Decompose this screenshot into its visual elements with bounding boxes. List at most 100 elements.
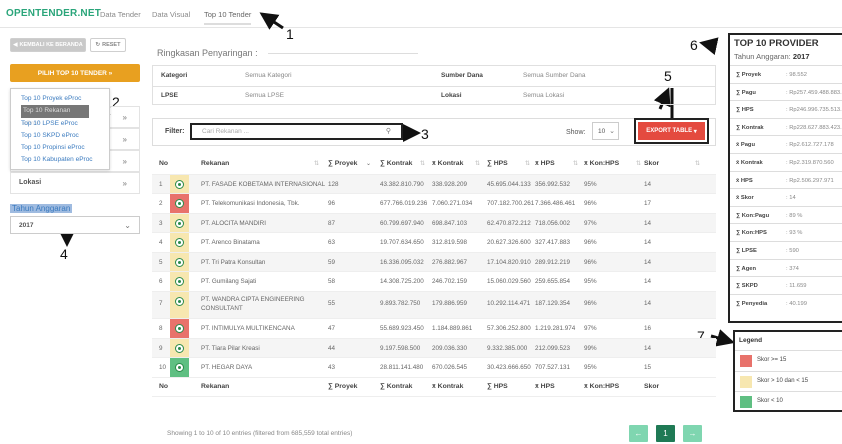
nav-data-tender[interactable]: Data Tender	[100, 10, 141, 19]
search-input[interactable]: Cari Rekanan ... ⚲	[190, 123, 403, 140]
table-footer-row: No Rekanan ∑ Proyek ∑ Kontrak x̄ Kontrak ∑ HP…	[152, 378, 716, 397]
expand-details-icon[interactable]	[175, 257, 184, 267]
col-proyek[interactable]: ∑ Proyek	[328, 160, 357, 167]
legend-swatch	[740, 396, 752, 408]
cell-name: PT. Gumilang Sajati	[201, 278, 257, 285]
summary-row-divider	[153, 86, 715, 87]
stat-value: : Rp2.506.297.971	[786, 177, 834, 184]
dropdown-item-proyek[interactable]: Top 10 Proyek eProc	[11, 93, 109, 105]
col-kontrak[interactable]: ∑ Kontrak	[380, 160, 412, 167]
col-rekanan[interactable]: Rekanan	[201, 160, 229, 167]
cell-hps: 10.292.114.471	[487, 299, 531, 307]
stat-key: x̄ HPS	[736, 177, 753, 184]
dropdown-item-propinsi[interactable]: Top 10 Propinsi eProc	[11, 142, 109, 154]
nav-data-visual[interactable]: Data Visual	[152, 10, 190, 19]
expand-details-icon[interactable]	[175, 343, 184, 353]
stat-key: ∑ Kon:HPS	[736, 230, 767, 237]
cell-konhps: 97%	[584, 325, 597, 332]
lpse-key: LPSE	[161, 92, 178, 99]
cell-name: PT. Arenco Binatama	[201, 239, 260, 246]
next-page-button[interactable]: →	[683, 425, 702, 442]
cell-avg-kontrak: 276.882.967	[432, 258, 468, 266]
sort-icon[interactable]: ⇅	[420, 160, 425, 167]
nav-top10-tender[interactable]: Top 10 Tender	[204, 10, 252, 25]
table-row[interactable]: 3 PT. ALOCITA MANDIRI 87 60.799.697.940 698.…	[152, 213, 716, 233]
reset-button[interactable]: ↻ RESET	[90, 38, 126, 52]
top-navbar: OPENTENDER.NET Data Tender Data Visual T…	[0, 0, 842, 28]
sort-icon[interactable]: ⇅	[636, 160, 641, 167]
stat-value: : 89 %	[786, 212, 803, 219]
table-row[interactable]: 2 PT. Telekomunikasi Indonesia, Tbk. 96 677…	[152, 194, 716, 214]
sort-icon[interactable]: ⇅	[525, 160, 530, 167]
page-1-button[interactable]: 1	[656, 425, 675, 442]
expand-details-icon[interactable]	[175, 238, 184, 247]
expand-details-icon[interactable]	[175, 296, 184, 306]
col-skor[interactable]: Skor	[644, 160, 659, 167]
kategori-value: Semua Kategori	[245, 72, 292, 79]
legend-item: Skor > 10 dan < 15	[735, 370, 842, 391]
cell-avg-kontrak: 1.184.889.861	[432, 325, 473, 332]
sort-icon[interactable]: ⇅	[314, 160, 319, 167]
table-row[interactable]: 10 PT. HEGAR DAYA 43 28.811.141.480 670.026.…	[152, 358, 716, 378]
select-top10-button[interactable]: PILIH TOP 10 TENDER »	[10, 64, 140, 82]
dropdown-item-kabupaten[interactable]: Top 10 Kabupaten eProc	[11, 154, 109, 166]
expand-details-icon[interactable]	[175, 218, 184, 228]
footer-col: x̄ Kon:HPS	[584, 382, 620, 390]
chevron-down-icon: ⌄	[124, 221, 131, 230]
table-row[interactable]: 8 PT. INTIMULYA MULTIKENCANA 47 55.689.923.…	[152, 319, 716, 339]
table-row[interactable]: 5 PT. Tri Patra Konsultan 59 16.336.095.032…	[152, 252, 716, 272]
cell-konhps: 96%	[584, 239, 597, 246]
stat-key: x̄ Kontrak	[736, 160, 763, 166]
expand-details-icon[interactable]	[175, 179, 184, 189]
sort-icon[interactable]: ⇅	[695, 160, 700, 167]
cell-proyek: 55	[328, 299, 336, 307]
annotation-1: 1	[286, 26, 294, 42]
table-row[interactable]: 1 PT. FASADE KOBETAMA INTERNASIONAL 128 43.…	[152, 174, 716, 194]
stat-value: : 374	[786, 265, 799, 272]
cell-name: PT. ALOCITA MANDIRI	[201, 219, 266, 227]
provider-panel-title: TOP 10 PROVIDER	[734, 38, 819, 49]
col-kon-hps[interactable]: x̄ Kon:HPS	[584, 160, 619, 167]
stat-key: ∑ HPS	[736, 107, 754, 114]
dropdown-item-lpse[interactable]: Top 10 LPSE eProc	[11, 118, 109, 130]
table-row[interactable]: 9 PT. Tiara Pilar Kreasi 44 9.197.598.500 20…	[152, 338, 716, 358]
table-row[interactable]: 6 PT. Gumilang Sajati 58 14.308.725.200 246.…	[152, 272, 716, 292]
dropdown-item-skpd[interactable]: Top 10 SKPD eProc	[11, 130, 109, 142]
col-avg-hps[interactable]: x̄ HPS	[535, 160, 555, 167]
export-table-button[interactable]: EXPORT TABLE ▾	[638, 122, 705, 140]
expand-details-icon[interactable]	[175, 199, 184, 208]
table-row[interactable]: 7 PT. WANDRA CIPTA ENGINEERING CONSULTANT…	[152, 291, 716, 319]
sidebar-filter-lokasi[interactable]: Lokasi »	[10, 172, 140, 194]
col-no[interactable]: No	[159, 160, 168, 167]
page-size-select[interactable]: 10 ⌄	[592, 122, 619, 140]
cell-proyek: 63	[328, 239, 336, 246]
table-row[interactable]: 4 PT. Arenco Binatama 63 19.707.634.650 312.…	[152, 233, 716, 253]
col-avg-kontrak[interactable]: x̄ Kontrak	[432, 160, 463, 167]
cell-avg-hps: 327.417.883	[535, 239, 571, 246]
cell-hps: 30.423.666.650	[487, 364, 531, 371]
prev-page-button[interactable]: ←	[629, 425, 648, 442]
annotation-4: 4	[60, 246, 68, 262]
cell-proyek: 47	[328, 325, 336, 332]
expand-details-icon[interactable]	[175, 277, 184, 286]
cell-proyek: 87	[328, 219, 336, 227]
sort-icon[interactable]: ⇅	[475, 160, 480, 167]
chevron-down-icon: ⌄	[609, 128, 615, 135]
back-to-home-button[interactable]: ◀ KEMBALI KE BERANDA	[10, 38, 86, 52]
tahun-anggaran-select[interactable]: 2017 ⌄	[10, 216, 140, 234]
provider-stat-row: x̄ Pagu: Rp2.612.727.178	[730, 135, 842, 153]
cell-no: 6	[159, 278, 163, 285]
stat-value: : Rp2.612.727.178	[786, 142, 834, 149]
brand-logo[interactable]: OPENTENDER.NET	[6, 8, 101, 19]
sort-icon[interactable]: ⇅	[573, 160, 578, 167]
expand-details-icon[interactable]	[175, 324, 184, 333]
col-hps[interactable]: ∑ HPS	[487, 160, 508, 167]
search-icon: ⚲	[385, 128, 391, 135]
expand-details-icon[interactable]	[175, 363, 184, 372]
cell-avg-hps: 259.655.854	[535, 278, 571, 285]
sort-desc-icon[interactable]: ⌄	[366, 160, 371, 167]
dropdown-item-rekanan[interactable]: Top 10 Rekanan eProc	[21, 105, 89, 127]
chevron-right-icon: »	[122, 113, 127, 122]
cell-kontrak: 9.197.598.500	[380, 344, 421, 352]
legend-label: Skor >= 15	[757, 357, 787, 363]
